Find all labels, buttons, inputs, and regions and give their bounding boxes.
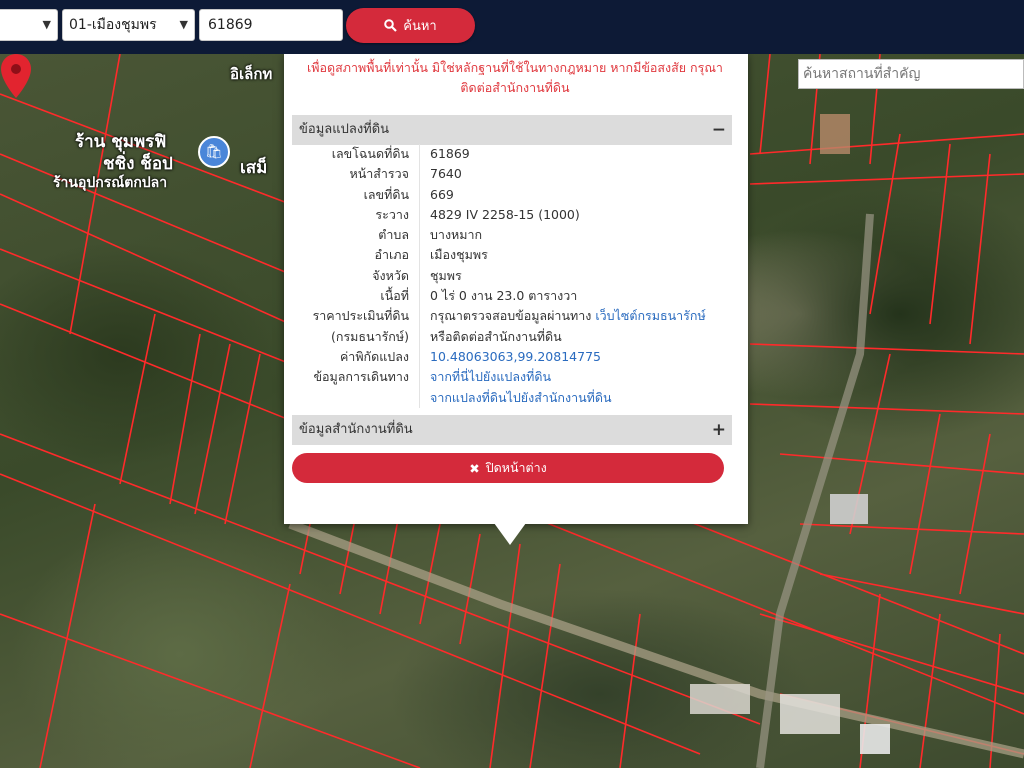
appraisal-text: กรุณาตรวจสอบข้อมูลผ่านทาง: [430, 308, 592, 324]
directions-to-office-link[interactable]: จากแปลงที่ดินไปยังสำนักงานที่ดิน: [430, 390, 612, 405]
map-label-shop-3: ร้านอุปกรณ์ตกปลา: [53, 175, 168, 191]
land-office-title: ข้อมูลสำนักงานที่ดิน: [299, 422, 413, 437]
row-label: ค่าพิกัดแปลง: [339, 348, 409, 364]
row-label: ราคาประเมินที่ดิน: [312, 308, 409, 324]
row-label: ตำบล: [378, 227, 409, 243]
row-value: เมืองชุมพร: [430, 247, 488, 263]
row-travel: ข้อมูลการเดินทาง จากที่นี่ไปยังแปลงที่ดิ…: [292, 367, 732, 388]
row-coordinates: ค่าพิกัดแปลง 10.48063063,99.20814775: [292, 346, 732, 368]
land-office-header[interactable]: ข้อมูลสำนักงานที่ดิน +: [292, 415, 732, 445]
parcel-info-table: เลขโฉนดที่ดิน 61869 หน้าสำรวจ 7640 เลขที…: [292, 144, 732, 408]
search-icon: [384, 19, 398, 32]
parcel-info-popup: เพื่อดูสภาพพื้นที่เท่านั้น มิใช่หลักฐานท…: [284, 54, 748, 524]
top-search-bar: ▼ 01-เมืองชุมพร ▼ 61869 ค้นหา: [0, 0, 1024, 54]
row-land-number: เลขที่ดิน 669: [292, 184, 732, 205]
row-label: จังหวัด: [372, 267, 409, 283]
district-select-value: 01-เมืองชุมพร: [69, 17, 157, 33]
row-value: กรุณาตรวจสอบข้อมูลผ่านทาง เว็บไซต์กรมธนา…: [420, 306, 706, 326]
close-window-label: ปิดหน้าต่าง: [485, 460, 547, 475]
times-icon: ✖: [469, 460, 480, 476]
row-value: 61869: [430, 146, 470, 161]
row-label: ระวาง: [375, 206, 409, 222]
row-label: เนื้อที่: [380, 288, 409, 304]
row-label: [292, 388, 419, 408]
row-value: 669: [430, 186, 454, 202]
deed-number-value: 61869: [208, 17, 253, 33]
row-map-sheet: ระวาง 4829 IV 2258-15 (1000): [292, 204, 732, 226]
close-window-button[interactable]: ✖ ปิดหน้าต่าง: [292, 453, 724, 483]
row-province: จังหวัด ชุมพร: [292, 265, 732, 287]
province-select[interactable]: ▼: [0, 9, 58, 41]
row-value: บางหมาก: [430, 227, 483, 243]
row-value: 7640: [430, 166, 462, 182]
row-label: ข้อมูลการเดินทาง: [313, 369, 409, 385]
row-deed: เลขโฉนดที่ดิน 61869: [292, 144, 732, 165]
row-value: ชุมพร: [430, 267, 462, 283]
plus-icon[interactable]: +: [712, 415, 726, 445]
row-survey-page: หน้าสำรวจ 7640: [292, 164, 732, 185]
row-value: 0 ไร่ 0 งาน 23.0 ตารางวา: [430, 288, 578, 304]
row-appraisal-cont: (กรมธนารักษ์) หรือติดต่อสำนักงานที่ดิน: [292, 326, 732, 347]
deed-number-input[interactable]: 61869: [199, 9, 343, 41]
map-marker-icon[interactable]: [0, 54, 32, 98]
minus-icon[interactable]: −: [712, 115, 726, 145]
treasury-website-link[interactable]: เว็บไซต์กรมธนารักษ์: [595, 308, 705, 323]
row-label: เลขโฉนดที่ดิน: [331, 146, 409, 161]
row-area: เนื้อที่ 0 ไร่ 0 งาน 23.0 ตารางวา: [292, 286, 732, 307]
shopping-bag-icon[interactable]: 🛍: [198, 136, 230, 168]
row-travel-cont: จากแปลงที่ดินไปยังสำนักงานที่ดิน: [292, 387, 732, 408]
place-search-input[interactable]: ค้นหาสถานที่สำคัญ: [798, 59, 1024, 89]
row-label: เลขที่ดิน: [363, 186, 409, 202]
row-label: (กรมธนารักษ์): [331, 328, 409, 344]
map-label-partial-top: อิเล็กท: [230, 65, 273, 83]
popup-pointer: [494, 523, 526, 545]
search-button-label: ค้นหา: [403, 19, 437, 34]
coordinates-link[interactable]: 10.48063063,99.20814775: [430, 349, 601, 364]
parcel-info-header[interactable]: ข้อมูลแปลงที่ดิน −: [292, 115, 732, 145]
disclaimer-text: เพื่อดูสภาพพื้นที่เท่านั้น มิใช่หลักฐานท…: [290, 58, 740, 98]
chevron-down-icon: ▼: [179, 18, 188, 31]
row-district: อำเภอ เมืองชุมพร: [292, 245, 732, 266]
disclaimer-line-2: ติดต่อสำนักงานที่ดิน: [460, 80, 570, 95]
row-appraisal: ราคาประเมินที่ดิน กรุณาตรวจสอบข้อมูลผ่าน…: [292, 306, 732, 327]
row-value: หรือติดต่อสำนักงานที่ดิน: [430, 328, 562, 344]
map-label-partial-mid: เสม็: [240, 158, 268, 178]
row-value: 4829 IV 2258-15 (1000): [430, 206, 580, 222]
row-label: อำเภอ: [374, 247, 409, 263]
row-label: หน้าสำรวจ: [349, 166, 409, 182]
search-button[interactable]: ค้นหา: [346, 8, 475, 43]
chevron-down-icon: ▼: [42, 18, 51, 31]
parcel-info-title: ข้อมูลแปลงที่ดิน: [299, 122, 390, 137]
district-select[interactable]: 01-เมืองชุมพร ▼: [62, 9, 195, 41]
row-subdistrict: ตำบล บางหมาก: [292, 225, 732, 246]
disclaimer-line-1: เพื่อดูสภาพพื้นที่เท่านั้น มิใช่หลักฐานท…: [307, 60, 723, 75]
directions-to-parcel-link[interactable]: จากที่นี่ไปยังแปลงที่ดิน: [430, 369, 551, 384]
